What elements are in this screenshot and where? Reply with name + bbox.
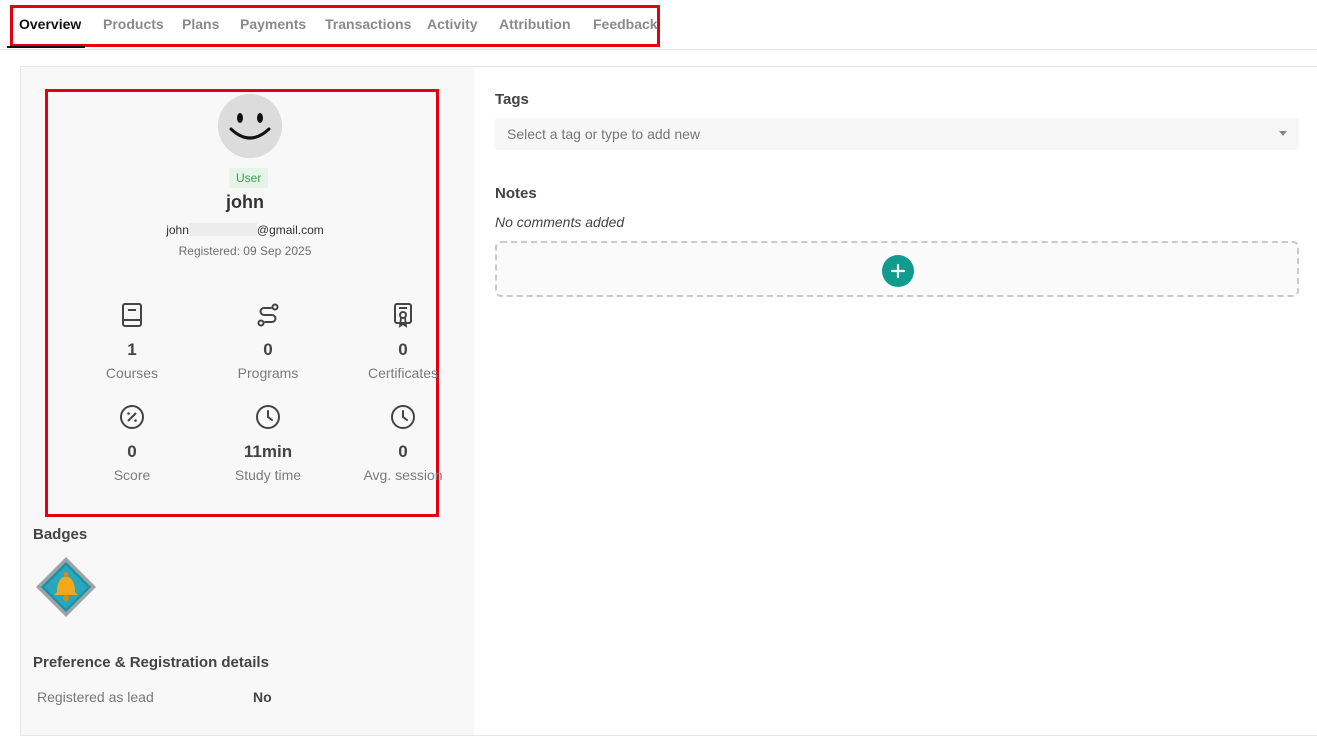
stat-value: 11min (243, 442, 293, 461)
tags-title: Tags (495, 91, 529, 108)
stat-label: Certificates (367, 365, 439, 381)
tags-notes-column: Tags Select a tag or type to add new Not… (475, 67, 1317, 735)
add-note-area[interactable] (495, 241, 1299, 297)
tab-activity[interactable]: Activity (427, 16, 478, 32)
stat-courses: 1 Courses (67, 302, 197, 381)
stat-label: Study time (234, 467, 302, 483)
profile-column: User john john @gmail.com Registered: 09 … (21, 67, 474, 735)
stat-study-time: 11min Study time (203, 404, 333, 483)
stat-value: 0 (127, 442, 137, 461)
tab-overview[interactable]: Overview (19, 16, 81, 32)
tab-transactions[interactable]: Transactions (325, 16, 411, 32)
registered-date: Registered: 09 Sep 2025 (178, 244, 312, 258)
tag-select-placeholder: Select a tag or type to add new (507, 126, 701, 142)
tab-payments[interactable]: Payments (240, 16, 306, 32)
smiley-face-icon (218, 94, 282, 158)
plus-icon (890, 263, 906, 279)
email-suffix: @gmail.com (256, 223, 324, 237)
caret-down-icon[interactable] (1279, 131, 1287, 136)
profile-card: User john john @gmail.com Registered: 09 … (45, 89, 443, 517)
stat-value: 1 (127, 340, 137, 359)
book-icon (122, 303, 142, 327)
stat-score: 0 Score (67, 404, 197, 483)
stat-label: Avg. session (363, 467, 443, 483)
score-percent-icon (120, 405, 144, 429)
stat-certificates: 0 Certificates (338, 302, 468, 381)
stat-programs: 0 Programs (203, 302, 333, 381)
stat-value: 0 (263, 340, 273, 359)
active-tab-indicator (7, 46, 85, 48)
stat-label: Score (113, 467, 151, 483)
pref-value-registered-as-lead: No (253, 689, 272, 705)
stat-label: Courses (105, 365, 159, 381)
add-note-button[interactable] (882, 255, 914, 287)
user-email: john @gmail.com (48, 223, 442, 237)
email-prefix: john (166, 223, 189, 237)
tab-attribution[interactable]: Attribution (499, 16, 571, 32)
notes-empty-text: No comments added (495, 214, 625, 230)
bell-badge-icon[interactable] (35, 556, 97, 618)
role-badge: User (229, 168, 269, 188)
user-name: john (226, 192, 264, 212)
stat-label: Programs (237, 365, 299, 381)
user-overview-panel: User john john @gmail.com Registered: 09 … (20, 66, 1317, 736)
stat-value: 0 (398, 442, 408, 461)
clock-icon (256, 405, 280, 429)
certificate-icon (394, 303, 412, 328)
route-icon (257, 303, 279, 327)
tab-products[interactable]: Products (103, 16, 164, 32)
preferences-title: Preference & Registration details (33, 654, 269, 671)
pref-label-registered-as-lead: Registered as lead (37, 689, 154, 705)
notes-title: Notes (495, 185, 537, 202)
stat-avg-session: 0 Avg. session (338, 404, 468, 483)
badges-title: Badges (33, 526, 88, 543)
tab-feedback[interactable]: Feedback (593, 16, 658, 32)
email-redaction (188, 223, 257, 236)
tab-plans[interactable]: Plans (182, 16, 219, 32)
clock-icon (391, 405, 415, 429)
tag-select[interactable]: Select a tag or type to add new (495, 118, 1299, 150)
stat-value: 0 (398, 340, 408, 359)
tab-bar: Overview Products Plans Payments Transac… (0, 0, 1317, 50)
